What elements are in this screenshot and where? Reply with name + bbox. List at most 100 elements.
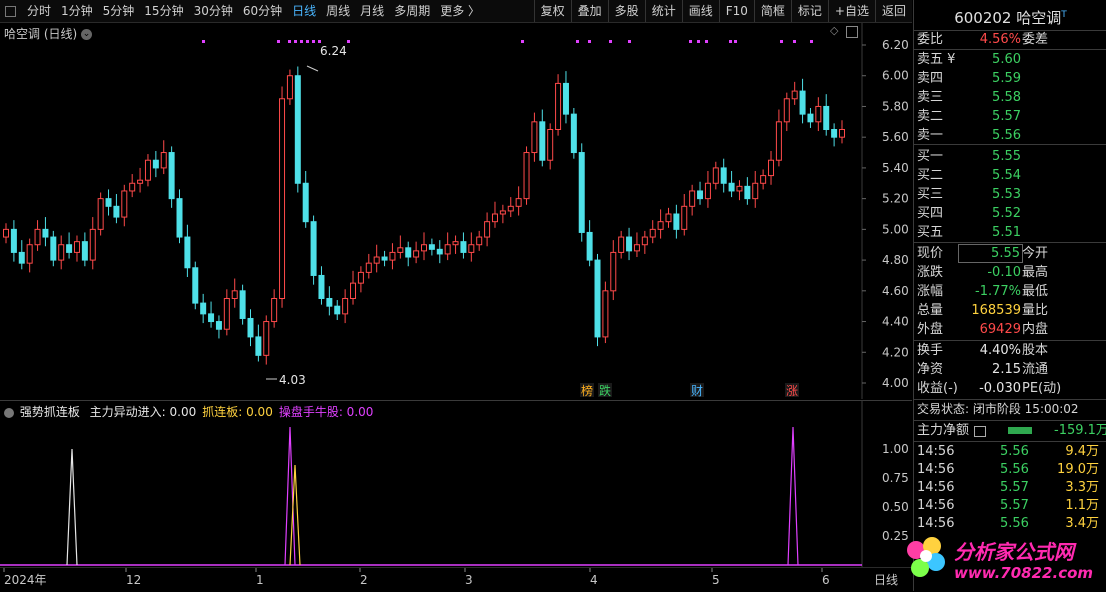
bid-price[interactable]: 5.52 <box>992 204 1021 223</box>
candle <box>310 215 317 285</box>
indicator-pane[interactable]: 强势抓连板 主力异动进入: 0.00 抓连板: 0.00 操盘手牛股: 0.00 1… <box>0 400 912 567</box>
candle <box>839 120 845 144</box>
candle <box>712 161 719 190</box>
period-toolbar: 分时 1分钟 5分钟 15分钟 30分钟 60分钟 日线 周线 月线 多周期 更多 〉 复权 叠加 多股… <box>0 0 912 23</box>
ask-price[interactable]: 5.56 <box>992 126 1021 145</box>
candle <box>578 143 585 242</box>
date-tick-label: 3 <box>465 573 473 587</box>
stat-value: 2.15 <box>992 362 1021 377</box>
price-tick-label: 4.60 <box>882 284 909 298</box>
tick-time: 14:56 <box>917 498 955 513</box>
signal-dot <box>277 40 280 43</box>
period-tab[interactable]: 周线 <box>321 0 355 22</box>
candle <box>555 74 562 136</box>
bid-price[interactable]: 5.55 <box>992 147 1021 166</box>
watermark-title: 分析家公式网 <box>954 540 1074 564</box>
candle <box>50 230 57 267</box>
candle <box>594 253 601 347</box>
candle <box>570 107 577 159</box>
list-icon[interactable] <box>974 426 986 437</box>
stat-label: 换手 <box>917 343 944 358</box>
stock-code: 600202 <box>954 9 1012 27</box>
period-indicator[interactable]: 日线 <box>874 571 898 588</box>
net-amount-value: -159.1万 <box>1054 423 1106 438</box>
signal-spike <box>66 448 78 566</box>
candle <box>3 223 9 244</box>
candlestick-chart[interactable]: 哈空调 (日线) ⌄ ◇ 6.20 6.00 5.80 5.60 5.40 5.20 5.0… <box>0 23 912 399</box>
period-tab[interactable]: 日线 <box>287 0 321 22</box>
ask-row: 卖四 5.59 <box>914 69 1106 88</box>
tick-price: 5.56 <box>1000 444 1029 459</box>
ask-label: 卖四 <box>917 71 944 86</box>
stat-label: 净资 <box>917 362 944 377</box>
candle <box>618 230 625 259</box>
tick-price: 5.57 <box>1000 480 1029 495</box>
quote-label-secondary: 内盘 <box>1022 322 1049 337</box>
period-tab[interactable]: 60分钟 <box>238 0 287 22</box>
period-tab[interactable]: 多周期 <box>389 0 435 22</box>
signal-dot <box>729 40 732 43</box>
ask-price[interactable]: 5.60 <box>992 50 1021 69</box>
candle <box>413 241 420 264</box>
toolbar-button[interactable]: 返回 <box>874 0 912 22</box>
toolbar-button[interactable]: 叠加 <box>570 0 608 22</box>
quote-row: 涨幅 -1.77% 最低 <box>914 282 1106 301</box>
indicator-tick-label: 1.00 <box>882 442 909 456</box>
candle <box>318 266 325 305</box>
toolbar-button[interactable]: 简框 <box>753 0 791 22</box>
period-tab[interactable]: 更多 〉 <box>435 0 485 22</box>
candle <box>460 232 467 259</box>
toolbar-button[interactable]: 复权 <box>533 0 571 22</box>
candle <box>831 123 838 147</box>
candle <box>357 266 364 293</box>
candle <box>697 181 704 205</box>
toolbar-button[interactable]: 画线 <box>681 0 719 22</box>
period-tab[interactable]: 分时 <box>22 0 56 22</box>
toolbar-button[interactable]: F10 <box>718 0 754 22</box>
stat-row: 净资 2.15 流通 <box>914 360 1106 379</box>
candle <box>89 217 96 270</box>
candle <box>444 232 451 261</box>
toolbar-button[interactable]: 统计 <box>644 0 682 22</box>
ask-price[interactable]: 5.59 <box>992 69 1021 88</box>
candle <box>350 270 357 305</box>
bid-price[interactable]: 5.53 <box>992 185 1021 204</box>
candle <box>728 170 735 198</box>
ask-price[interactable]: 5.57 <box>992 107 1021 126</box>
candle <box>586 220 593 267</box>
signal-dot <box>347 40 350 43</box>
ask-label: 卖五 ¥ <box>917 52 956 67</box>
candle <box>626 227 633 261</box>
bid-row: 买四 5.52 <box>914 204 1106 223</box>
quote-label: 涨幅 <box>917 284 944 299</box>
quote-value: -0.10 <box>987 265 1021 280</box>
price-tick-label: 5.20 <box>882 192 909 206</box>
bid-price[interactable]: 5.54 <box>992 166 1021 185</box>
date-tick-label: 12 <box>126 573 141 587</box>
toolbar-button[interactable]: +自选 <box>827 0 875 22</box>
period-tab[interactable]: 30分钟 <box>189 0 238 22</box>
period-tab[interactable]: 月线 <box>355 0 389 22</box>
signal-dot <box>312 40 315 43</box>
tick-price: 5.57 <box>1000 498 1029 513</box>
bid-row: 买二 5.54 <box>914 166 1106 185</box>
period-tab[interactable]: 5分钟 <box>98 0 140 22</box>
toolbar-button[interactable]: 标记 <box>790 0 828 22</box>
tick-time: 14:56 <box>917 462 955 477</box>
toolbar-checkbox[interactable] <box>5 5 16 17</box>
bid-price[interactable]: 5.51 <box>992 223 1021 242</box>
candlestick-plot: 6.20 6.00 5.80 5.60 5.40 5.20 5.00 4.80 4.60 4.40… <box>3 23 909 399</box>
event-marker-label: 财 <box>691 384 703 398</box>
candle <box>223 289 230 336</box>
period-tab[interactable]: 1分钟 <box>56 0 98 22</box>
quote-value: 69429 <box>979 322 1021 337</box>
toolbar-button[interactable]: 多股 <box>607 0 645 22</box>
date-tick-label: 5 <box>712 573 720 587</box>
ask-price[interactable]: 5.58 <box>992 88 1021 107</box>
signal-dot <box>628 40 631 43</box>
candle <box>547 123 554 170</box>
bid-label: 买一 <box>917 149 944 164</box>
period-tab[interactable]: 15分钟 <box>139 0 188 22</box>
ask-label: 卖一 <box>917 128 944 143</box>
ask-row: 卖二 5.57 <box>914 107 1106 126</box>
